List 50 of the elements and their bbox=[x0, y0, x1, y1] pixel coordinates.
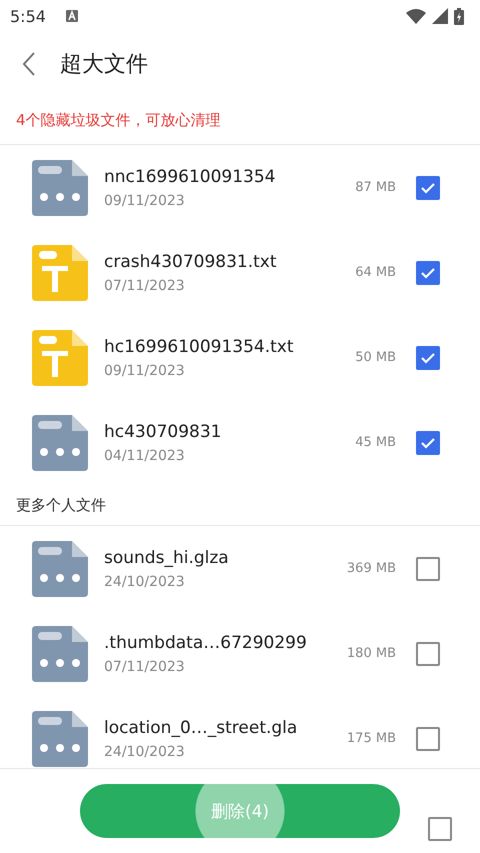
checkbox[interactable] bbox=[416, 642, 440, 666]
checkbox[interactable] bbox=[416, 176, 440, 200]
file-size: 175 MB bbox=[346, 731, 396, 746]
check-icon bbox=[420, 182, 436, 194]
checkbox[interactable] bbox=[416, 260, 440, 284]
file-date: 07/11/2023 bbox=[104, 658, 186, 674]
file-name: hc1699610091354.txt bbox=[104, 336, 295, 356]
text-file-icon bbox=[32, 244, 88, 300]
file-size: 369 MB bbox=[346, 561, 396, 576]
file-size: 64 MB bbox=[355, 265, 396, 280]
file-date: 24/10/2023 bbox=[104, 744, 186, 760]
delete-button[interactable]: 删除(4) bbox=[80, 784, 400, 838]
file-date: 24/10/2023 bbox=[104, 574, 186, 590]
wifi-icon bbox=[406, 8, 426, 24]
file-name: sounds_hi.glza bbox=[104, 548, 230, 568]
file-size: 45 MB bbox=[355, 435, 396, 450]
file-size: 50 MB bbox=[355, 350, 396, 365]
section-label: 更多个人文件 bbox=[16, 496, 106, 514]
checkbox[interactable] bbox=[416, 430, 440, 454]
checkbox[interactable] bbox=[416, 346, 440, 370]
file-size: 180 MB bbox=[346, 646, 396, 661]
page-title: 超大文件 bbox=[60, 51, 148, 79]
notification-icon bbox=[66, 10, 78, 22]
back-icon[interactable] bbox=[22, 52, 36, 76]
file-name: crash430709831.txt bbox=[104, 252, 278, 272]
select-all-checkbox[interactable] bbox=[428, 817, 452, 841]
file-icon bbox=[32, 160, 88, 216]
check-icon bbox=[420, 266, 436, 278]
check-icon bbox=[420, 352, 436, 364]
file-name: hc430709831 bbox=[104, 422, 222, 442]
file-size: 87 MB bbox=[355, 180, 396, 195]
battery-icon bbox=[454, 8, 464, 24]
checkbox[interactable] bbox=[416, 726, 440, 750]
check-icon bbox=[420, 436, 436, 448]
file-date: 09/11/2023 bbox=[104, 192, 186, 208]
file-name: location_0…_street.gla bbox=[104, 718, 298, 738]
file-icon bbox=[32, 414, 88, 470]
file-icon bbox=[32, 710, 88, 766]
file-date: 07/11/2023 bbox=[104, 278, 186, 294]
checkbox[interactable] bbox=[416, 556, 440, 580]
file-icon bbox=[32, 626, 88, 682]
text-file-icon bbox=[32, 330, 88, 386]
status-time: 5:54 bbox=[10, 6, 46, 26]
file-date: 09/11/2023 bbox=[104, 362, 186, 378]
notice-text: 4个隐藏垃圾文件，可放心清理 bbox=[16, 110, 221, 130]
file-date: 04/11/2023 bbox=[104, 448, 186, 464]
signal-icon bbox=[432, 8, 448, 24]
file-icon bbox=[32, 540, 88, 596]
file-name: .thumbdata…67290299 bbox=[104, 632, 308, 652]
file-name: nnc1699610091354 bbox=[104, 166, 277, 186]
